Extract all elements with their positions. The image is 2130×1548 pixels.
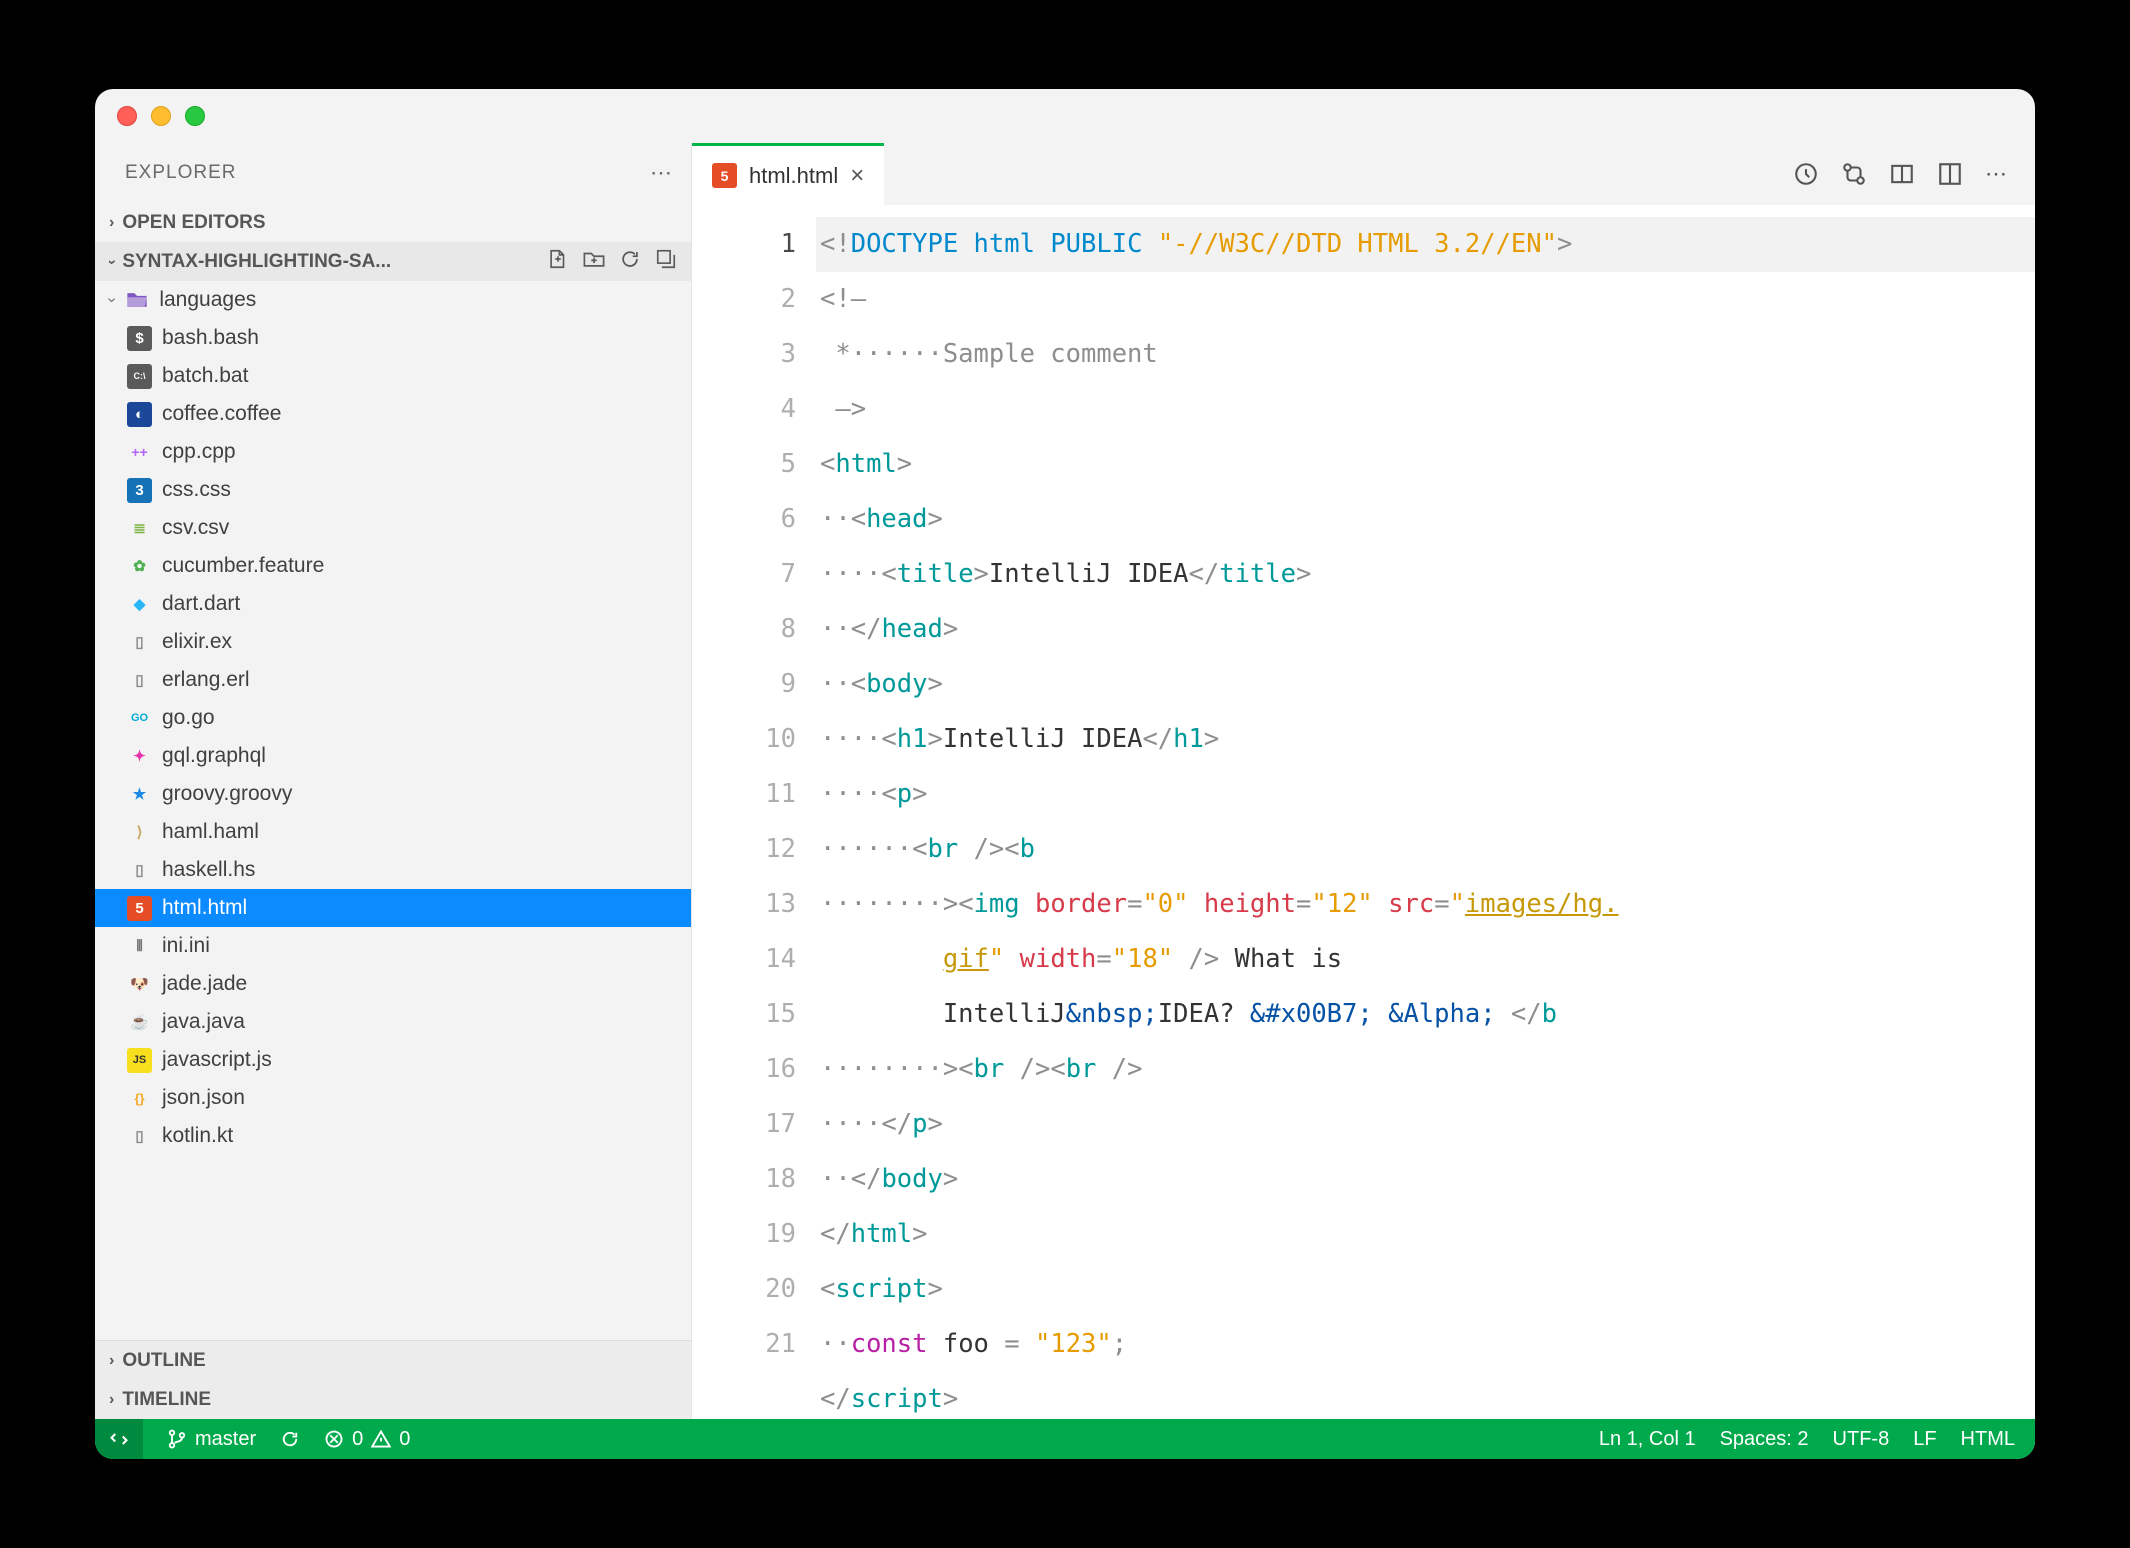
explorer-sidebar: EXPLORER ⋯ › OPEN EDITORS › SYNTAX-HIGHL… [95,143,692,1419]
language-mode[interactable]: HTML [1961,1428,2015,1451]
file-icon: ▯ [127,668,152,693]
file-icon: 🐶 [127,972,152,997]
app-window: EXPLORER ⋯ › OPEN EDITORS › SYNTAX-HIGHL… [95,89,2035,1459]
close-tab-icon[interactable]: × [850,162,864,190]
file-icon: 5 [127,896,152,921]
close-window-button[interactable] [117,106,137,126]
file-icon: ✦ [127,744,152,769]
file-batch-bat[interactable]: C:\ batch.bat [95,357,691,395]
explorer-header: EXPLORER ⋯ [95,143,691,203]
file-elixir-ex[interactable]: ▯ elixir.ex [95,623,691,661]
new-file-icon[interactable] [547,248,569,276]
remote-button[interactable] [95,1419,143,1459]
file-java-java[interactable]: ☕ java.java [95,1003,691,1041]
tab-actions: ⋯ [1769,143,2035,205]
editor-area: 5 html.html × ⋯ 123456789101112131415161… [692,143,2035,1419]
history-icon[interactable] [1793,161,1819,187]
file-ini-ini[interactable]: ⦀ ini.ini [95,927,691,965]
line-gutter: 123456789101112131415161718192021 [692,205,816,1419]
file-icon: ▯ [127,630,152,655]
file-dart-dart[interactable]: ◆ dart.dart [95,585,691,623]
html-icon: 5 [712,163,737,188]
file-icon: ≣ [127,516,152,541]
sync-button[interactable] [280,1429,300,1449]
section-project[interactable]: › SYNTAX-HIGHLIGHTING-SA... [95,242,691,281]
maximize-window-button[interactable] [185,106,205,126]
code-content[interactable]: <!DOCTYPE html PUBLIC "-//W3C//DTD HTML … [816,205,2035,1419]
chevron-right-icon: › [109,1391,114,1409]
explorer-title: EXPLORER [125,162,236,184]
file-icon: {} [127,1086,152,1111]
file-groovy-groovy[interactable]: ★ groovy.groovy [95,775,691,813]
file-jade-jade[interactable]: 🐶 jade.jade [95,965,691,1003]
indentation[interactable]: Spaces: 2 [1720,1428,1809,1451]
refresh-icon[interactable] [619,248,641,276]
file-erlang-erl[interactable]: ▯ erlang.erl [95,661,691,699]
file-icon: GO [127,706,152,731]
preview-icon[interactable] [1889,161,1915,187]
file-json-json[interactable]: {} json.json [95,1079,691,1117]
more-icon[interactable]: ⋯ [1985,161,2011,187]
file-icon: ⦀ [127,934,152,959]
explorer-more-icon[interactable]: ⋯ [650,160,673,186]
branch-indicator[interactable]: master [167,1428,256,1451]
section-outline[interactable]: › OUTLINE [95,1341,691,1380]
collapse-all-icon[interactable] [655,248,677,276]
file-icon: ▯ [127,858,152,883]
folder-languages[interactable]: › languages [95,281,691,319]
file-gql-graphql[interactable]: ✦ gql.graphql [95,737,691,775]
chevron-right-icon: › [109,1352,114,1370]
file-coffee-coffee[interactable]: ◐ coffee.coffee [95,395,691,433]
file-icon: ☕ [127,1010,152,1035]
compare-icon[interactable] [1841,161,1867,187]
file-csv-csv[interactable]: ≣ csv.csv [95,509,691,547]
new-folder-icon[interactable] [583,248,605,276]
file-icon: ++ [127,440,152,465]
file-icon: ◐ [127,402,152,427]
split-icon[interactable] [1937,161,1963,187]
titlebar [95,89,2035,143]
chevron-right-icon: › [109,214,114,232]
tab-html[interactable]: 5 html.html × [692,143,884,205]
file-haskell-hs[interactable]: ▯ haskell.hs [95,851,691,889]
file-cpp-cpp[interactable]: ++ cpp.cpp [95,433,691,471]
file-go-go[interactable]: GO go.go [95,699,691,737]
main-area: EXPLORER ⋯ › OPEN EDITORS › SYNTAX-HIGHL… [95,143,2035,1419]
file-icon: ▯ [127,1124,152,1149]
eol[interactable]: LF [1913,1428,1936,1451]
section-timeline[interactable]: › TIMELINE [95,1380,691,1419]
file-tree[interactable]: › languages$ bash.bashC:\ batch.bat◐ cof… [95,281,691,1340]
code-editor[interactable]: 123456789101112131415161718192021 <!DOCT… [692,205,2035,1419]
tabbar: 5 html.html × ⋯ [692,143,2035,205]
chevron-down-icon: › [109,259,121,264]
file-html-html[interactable]: 5 html.html [95,889,691,927]
folder-open-icon [124,288,149,313]
file-icon: $ [127,326,152,351]
file-icon: ⟩ [127,820,152,845]
minimize-window-button[interactable] [151,106,171,126]
file-icon: ✿ [127,554,152,579]
statusbar: master 0 0 Ln 1, Col 1 Spaces: 2 UTF-8 L… [95,1419,2035,1459]
file-javascript-js[interactable]: JS javascript.js [95,1041,691,1079]
file-kotlin-kt[interactable]: ▯ kotlin.kt [95,1117,691,1155]
file-css-css[interactable]: 3 css.css [95,471,691,509]
section-open-editors[interactable]: › OPEN EDITORS [95,203,691,242]
file-icon: ◆ [127,592,152,617]
file-bash-bash[interactable]: $ bash.bash [95,319,691,357]
cursor-position[interactable]: Ln 1, Col 1 [1599,1428,1696,1451]
file-icon: 3 [127,478,152,503]
file-icon: C:\ [127,364,152,389]
file-cucumber-feature[interactable]: ✿ cucumber.feature [95,547,691,585]
file-haml-haml[interactable]: ⟩ haml.haml [95,813,691,851]
file-icon: ★ [127,782,152,807]
file-icon: JS [127,1048,152,1073]
encoding[interactable]: UTF-8 [1833,1428,1890,1451]
problems-indicator[interactable]: 0 0 [324,1428,410,1451]
